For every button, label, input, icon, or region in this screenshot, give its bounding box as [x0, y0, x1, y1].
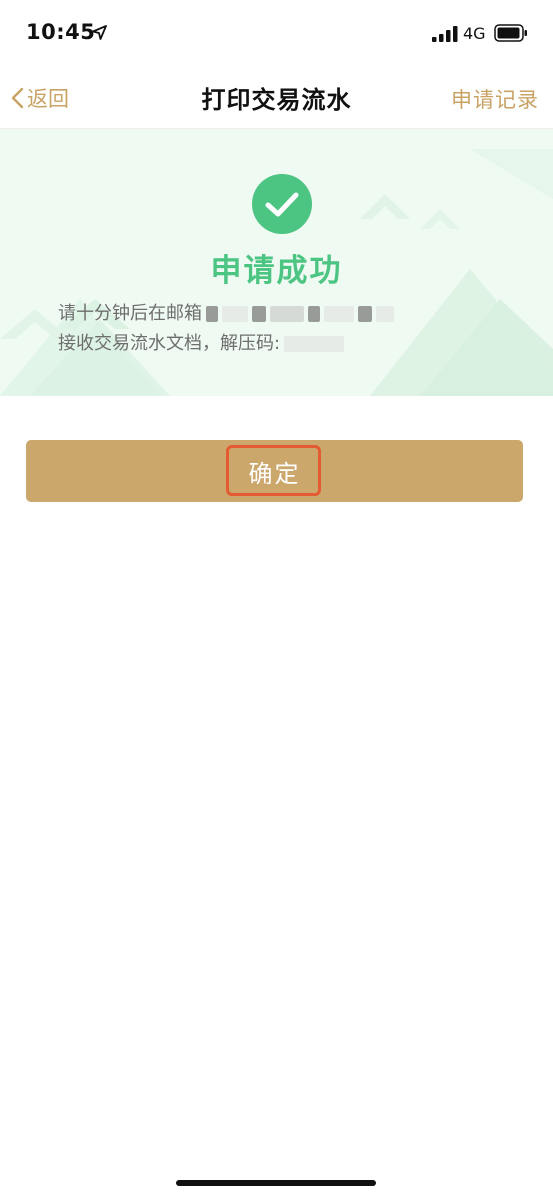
application-records-link[interactable]: 申请记录	[451, 84, 539, 114]
check-circle-icon	[252, 174, 312, 234]
redacted-block	[222, 306, 248, 322]
confirm-label: 确定	[248, 460, 301, 488]
confirm-button[interactable]: 确定	[26, 440, 523, 502]
redacted-block	[252, 306, 266, 322]
redacted-block	[308, 306, 320, 322]
redacted-block	[284, 336, 345, 352]
message-text: 接收交易流水文档，解压码:	[58, 333, 281, 354]
message-text: 请十分钟后在邮箱	[58, 303, 202, 324]
redacted-block	[324, 306, 354, 322]
nav-bar: 返回 打印交易流水 申请记录	[0, 68, 553, 129]
location-arrow-icon	[92, 25, 107, 40]
redacted-block	[358, 306, 372, 322]
cellular-signal-icon	[432, 26, 458, 42]
success-message-line-2: 接收交易流水文档，解压码:	[58, 329, 345, 355]
status-bar: 10:45 4G	[0, 0, 553, 68]
status-time: 10:45	[26, 20, 96, 44]
success-title: 申请成功	[210, 253, 343, 289]
home-indicator[interactable]	[176, 1180, 376, 1186]
success-message-line-1: 请十分钟后在邮箱	[58, 299, 394, 325]
redacted-block	[376, 306, 394, 322]
redacted-block	[206, 306, 218, 322]
success-banner: 申请成功 请十分钟后在邮箱 接收交易流水文档，解压码:	[0, 129, 553, 396]
battery-icon	[494, 24, 527, 42]
network-type: 4G	[463, 24, 486, 43]
redacted-block	[270, 306, 304, 322]
